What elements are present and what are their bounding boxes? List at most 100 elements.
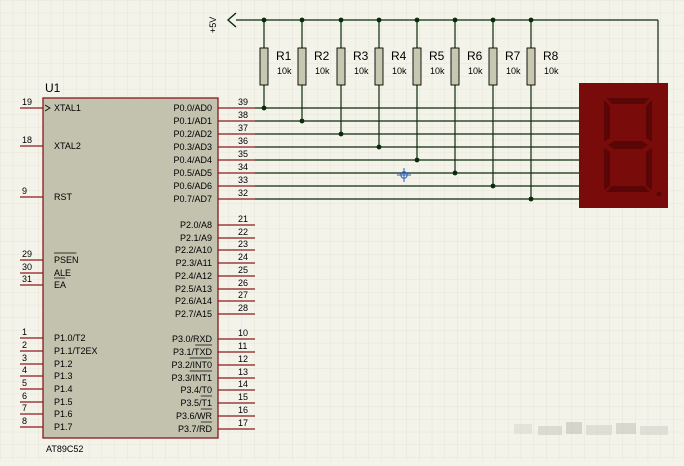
segment-a bbox=[606, 98, 650, 104]
schematic-canvas: U1 AT89C52 19 XTAL1 18 XTAL2 9 RST 29 PSEN 30 ALE… bbox=[0, 0, 684, 461]
resistor-name: R3 bbox=[353, 49, 369, 63]
pin-label: P1.6 bbox=[54, 409, 73, 419]
pin-label: P2.4/A12 bbox=[175, 271, 212, 281]
pin-label: PSEN bbox=[54, 255, 79, 265]
pin-label: P3.6/WR bbox=[176, 411, 213, 421]
segment-dp bbox=[656, 191, 662, 197]
pin-number: 1 bbox=[22, 327, 27, 337]
pin-number: 39 bbox=[238, 97, 248, 107]
chip-ref-label: U1 bbox=[45, 81, 61, 95]
pin-number: 5 bbox=[22, 378, 27, 388]
pin-number: 31 bbox=[22, 274, 32, 284]
pin-number: 27 bbox=[238, 290, 248, 300]
pin-label: P3.7/RD bbox=[178, 424, 213, 434]
pin-label: P0.3/AD3 bbox=[173, 142, 212, 152]
pin-label: P3.0/RXD bbox=[172, 334, 213, 344]
pin-label: P1.2 bbox=[54, 359, 73, 369]
pin-label: P0.6/AD6 bbox=[173, 181, 212, 191]
pin-number: 23 bbox=[238, 239, 248, 249]
pin-number: 14 bbox=[238, 379, 248, 389]
pin-number: 32 bbox=[238, 188, 248, 198]
pin-number: 24 bbox=[238, 252, 248, 262]
pin-label: XTAL2 bbox=[54, 141, 81, 151]
resistor-value: 10k bbox=[430, 66, 445, 76]
pin-label: P3.1/TXD bbox=[173, 347, 213, 357]
segment-g bbox=[608, 141, 648, 149]
pin-number: 8 bbox=[22, 416, 27, 426]
pin-label: P2.7/A15 bbox=[175, 309, 212, 319]
resistor-name: R2 bbox=[314, 49, 330, 63]
pin-number: 19 bbox=[22, 97, 32, 107]
pin-label: P1.5 bbox=[54, 397, 73, 407]
pin-number: 25 bbox=[238, 265, 248, 275]
pin-number: 9 bbox=[22, 186, 27, 196]
pin-label: ALE bbox=[54, 268, 71, 278]
pin-label: P0.7/AD7 bbox=[173, 194, 212, 204]
resistor-name: R6 bbox=[467, 49, 483, 63]
pin-number: 11 bbox=[238, 341, 247, 351]
resistor-value: 10k bbox=[277, 66, 292, 76]
pin-number: 4 bbox=[22, 365, 27, 375]
resistor-value: 10k bbox=[315, 66, 330, 76]
resistor-name: R4 bbox=[391, 49, 407, 63]
pin-number: 16 bbox=[238, 405, 248, 415]
pin-label: P1.3 bbox=[54, 371, 73, 381]
pin-number: 36 bbox=[238, 136, 248, 146]
pin-label: P2.2/A10 bbox=[175, 245, 212, 255]
pin-number: 18 bbox=[22, 135, 32, 145]
pin-number: 30 bbox=[22, 262, 32, 272]
pin-label: RST bbox=[54, 192, 73, 202]
chip-part-label: AT89C52 bbox=[46, 444, 83, 454]
resistor-value: 10k bbox=[392, 66, 407, 76]
pin-label: P3.3/INT1 bbox=[171, 373, 212, 383]
pin-label: P1.1/T2EX bbox=[54, 346, 98, 356]
pin-number: 2 bbox=[22, 340, 27, 350]
power-label: +5V bbox=[208, 17, 218, 33]
segment-e bbox=[604, 148, 610, 190]
pin-number: 7 bbox=[22, 403, 27, 413]
pin-label: P0.4/AD4 bbox=[173, 155, 212, 165]
resistor-name: R5 bbox=[429, 49, 445, 63]
pin-label: P2.3/A11 bbox=[176, 258, 212, 268]
pin-number: 22 bbox=[238, 227, 248, 237]
seven-segment-display[interactable]: 8 bbox=[579, 83, 668, 208]
pin-number: 33 bbox=[238, 175, 248, 185]
segment-f bbox=[604, 100, 610, 142]
pin-label: P0.0/AD0 bbox=[173, 103, 212, 113]
pin-number: 26 bbox=[238, 278, 248, 288]
pin-label: P3.2/INT0 bbox=[171, 360, 212, 370]
pin-label: P3.4/T0 bbox=[180, 385, 212, 395]
segment-c bbox=[646, 148, 652, 190]
pin-label: P2.6/A14 bbox=[175, 296, 212, 306]
pin-number: 3 bbox=[22, 353, 27, 363]
pin-label: P3.5/T1 bbox=[180, 398, 212, 408]
pin-number: 13 bbox=[238, 367, 248, 377]
pin-label: P1.7 bbox=[54, 422, 73, 432]
pin-number: 21 bbox=[238, 214, 248, 224]
pin-number: 17 bbox=[238, 418, 248, 428]
pin-label: P0.1/AD1 bbox=[173, 116, 212, 126]
pin-number: 12 bbox=[238, 354, 248, 364]
pin-label: P1.4 bbox=[54, 384, 73, 394]
resistor-name: R8 bbox=[543, 49, 559, 63]
segment-d bbox=[606, 186, 650, 192]
pin-label: XTAL1 bbox=[54, 103, 81, 113]
pin-label: P0.2/AD2 bbox=[173, 129, 212, 139]
pin-label: EA bbox=[54, 280, 66, 290]
pin-label: P2.5/A13 bbox=[175, 284, 212, 294]
segment-b bbox=[646, 100, 652, 142]
pin-label: P2.1/A9 bbox=[180, 233, 212, 243]
pin-number: 37 bbox=[238, 123, 248, 133]
pin-number: 6 bbox=[22, 391, 27, 401]
resistor-value: 10k bbox=[544, 66, 559, 76]
resistor-name: R7 bbox=[505, 49, 521, 63]
pin-label: P2.0/A8 bbox=[180, 220, 212, 230]
resistor-value: 10k bbox=[506, 66, 521, 76]
pin-label: P1.0/T2 bbox=[54, 333, 86, 343]
pin-number: 15 bbox=[238, 392, 248, 402]
resistor-value: 10k bbox=[468, 66, 483, 76]
resistor-value: 10k bbox=[354, 66, 369, 76]
pin-label: P0.5/AD5 bbox=[173, 168, 212, 178]
pin-number: 34 bbox=[238, 162, 248, 172]
schematic-svg: U1 AT89C52 19XTAL118XTAL29RST29PSEN30ALE… bbox=[0, 0, 684, 461]
